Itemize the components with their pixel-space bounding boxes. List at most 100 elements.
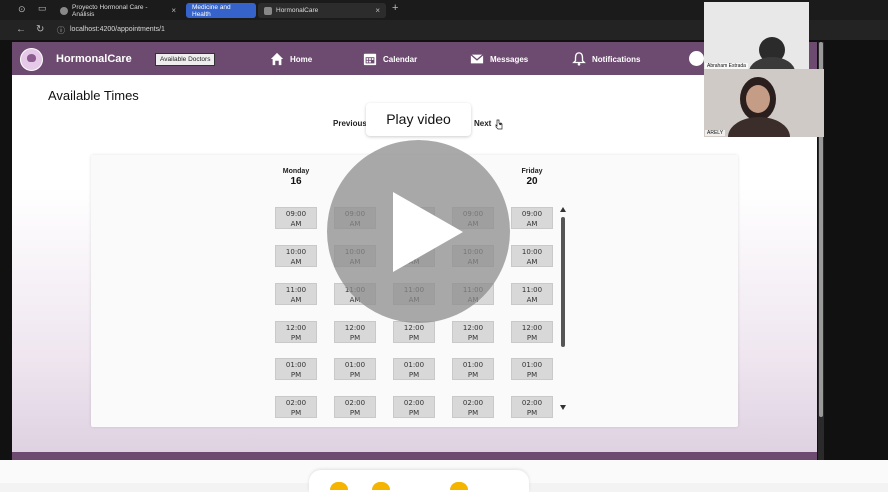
slots-scrollbar[interactable] — [560, 207, 566, 410]
time-slot-button[interactable]: 01:00 PM — [275, 358, 317, 380]
time-slot-button[interactable]: 10:00 AM — [275, 245, 317, 267]
control-icon[interactable] — [372, 482, 390, 490]
close-icon[interactable]: × — [375, 6, 380, 15]
slot-time: 11:00 — [285, 286, 307, 294]
slot-period: PM — [290, 334, 302, 342]
available-doctors-button[interactable]: Available Doctors — [155, 53, 216, 66]
slot-time: 01:00 — [403, 361, 425, 369]
page-title: Available Times — [48, 88, 139, 103]
time-slot-button[interactable]: 12:00 PM — [511, 321, 553, 343]
slot-period: AM — [526, 258, 538, 266]
tab-medicine[interactable]: Medicine and Health — [186, 3, 256, 18]
slot-time: 02:00 — [521, 399, 543, 407]
slot-time: 09:00 — [521, 210, 543, 218]
day-name: Monday — [282, 168, 310, 175]
tab-proyecto[interactable]: Proyecto Hormonal Care - Análisis × — [54, 3, 182, 18]
time-slot-button[interactable]: 10:00 AM — [511, 245, 553, 267]
slot-period: PM — [467, 409, 479, 417]
slot-time: 12:00 — [462, 324, 484, 332]
slot-period: PM — [526, 409, 538, 417]
time-slot-button[interactable]: 09:00 AM — [511, 207, 553, 229]
participant-video-1[interactable]: Abraham Estrada — [704, 2, 809, 70]
calendar-icon — [363, 53, 377, 66]
slot-time: 02:00 — [344, 399, 366, 407]
site-info-icon[interactable]: ⓘ — [57, 25, 65, 36]
envelope-icon — [470, 54, 484, 64]
nav-notifications[interactable]: Notifications — [572, 50, 640, 68]
time-slot-button[interactable]: 02:00 PM — [511, 396, 553, 418]
time-slot-button[interactable]: 02:00 PM — [334, 396, 376, 418]
slot-time: 02:00 — [285, 399, 307, 407]
control-icon[interactable] — [330, 482, 348, 490]
time-slot-button[interactable]: 12:00 PM — [393, 321, 435, 343]
slot-time: 01:00 — [521, 361, 543, 369]
tab-favicon-icon — [264, 6, 272, 15]
slot-time: 02:00 — [403, 399, 425, 407]
time-slot-button[interactable]: 12:00 PM — [334, 321, 376, 343]
reload-icon[interactable]: ↻ — [36, 24, 44, 35]
next-button[interactable]: Next — [474, 119, 491, 128]
nav-messages[interactable]: Messages — [470, 50, 528, 68]
slot-time: 01:00 — [344, 361, 366, 369]
play-button[interactable] — [327, 140, 510, 323]
slot-time: 02:00 — [462, 399, 484, 407]
tab-hormonalcare[interactable]: HormonalCare × — [258, 3, 386, 18]
new-tab-icon[interactable]: + — [392, 2, 398, 14]
control-icon[interactable] — [450, 482, 468, 490]
slot-time: 12:00 — [403, 324, 425, 332]
play-icon — [393, 192, 463, 272]
day-date: 20 — [526, 176, 538, 187]
play-video-label[interactable]: Play video — [366, 103, 471, 136]
scroll-up-icon[interactable] — [560, 207, 566, 212]
slot-period: PM — [467, 371, 479, 379]
slot-time: 09:00 — [285, 210, 307, 218]
time-slot-button[interactable]: 01:00 PM — [334, 358, 376, 380]
slot-period: PM — [349, 409, 361, 417]
time-slot-button[interactable]: 01:00 PM — [393, 358, 435, 380]
time-slot-button[interactable]: 12:00 PM — [275, 321, 317, 343]
tab-strip-icon[interactable]: ▭ — [38, 3, 47, 14]
user-profile-icon[interactable] — [689, 51, 704, 66]
logo-icon[interactable] — [20, 48, 43, 71]
back-icon[interactable]: ← — [16, 24, 26, 35]
tab-favicon-icon — [60, 6, 68, 15]
slot-period: PM — [349, 334, 361, 342]
time-slot-button[interactable]: 09:00 AM — [275, 207, 317, 229]
time-slot-button[interactable]: 01:00 PM — [511, 358, 553, 380]
url-text[interactable]: localhost:4200/appointments/1 — [70, 26, 165, 33]
time-slot-button[interactable]: 12:00 PM — [452, 321, 494, 343]
time-slot-button[interactable]: 11:00 AM — [511, 283, 553, 305]
menu-icon[interactable]: ⊙ — [18, 4, 26, 15]
day-header: Friday 20 — [504, 168, 560, 187]
slot-period: AM — [526, 296, 538, 304]
slot-time: 11:00 — [521, 286, 543, 294]
time-slot-button[interactable]: 02:00 PM — [452, 396, 494, 418]
time-slot-button[interactable]: 02:00 PM — [275, 396, 317, 418]
nav-calendar[interactable]: Calendar — [363, 50, 417, 68]
scroll-down-icon[interactable] — [560, 405, 566, 410]
slot-period: PM — [290, 409, 302, 417]
time-slot-button[interactable]: 01:00 PM — [452, 358, 494, 380]
participant-video-2[interactable]: ARELY — [704, 69, 824, 137]
slot-period: AM — [290, 258, 302, 266]
slot-period: PM — [408, 334, 420, 342]
slot-period: PM — [408, 371, 420, 379]
participant-face — [746, 85, 770, 113]
slot-period: PM — [290, 371, 302, 379]
slot-period: AM — [526, 220, 538, 228]
participant-body — [728, 117, 790, 137]
slot-period: PM — [526, 334, 538, 342]
brand-name[interactable]: HormonalCare — [56, 53, 132, 65]
day-name: Friday — [521, 168, 543, 175]
nav-home[interactable]: Home — [270, 50, 312, 68]
footer-bar — [12, 452, 817, 460]
time-slot-button[interactable]: 11:00 AM — [275, 283, 317, 305]
scroll-thumb[interactable] — [561, 217, 565, 347]
slot-time: 12:00 — [344, 324, 366, 332]
hand-cursor-icon — [495, 119, 503, 130]
slot-time: 12:00 — [285, 324, 307, 332]
slot-period: PM — [467, 334, 479, 342]
previous-button[interactable]: Previous — [333, 119, 367, 128]
time-slot-button[interactable]: 02:00 PM — [393, 396, 435, 418]
close-icon[interactable]: × — [171, 6, 176, 15]
